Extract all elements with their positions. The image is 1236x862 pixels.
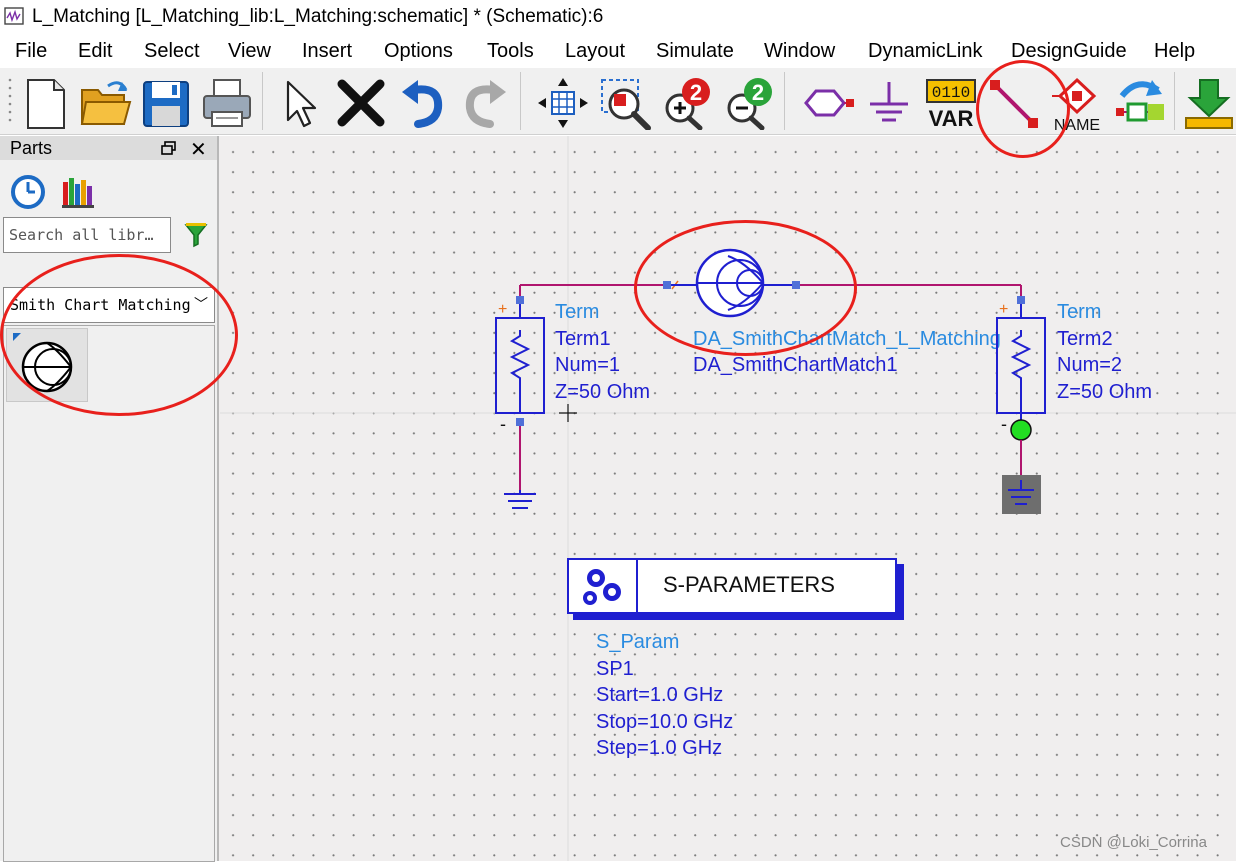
ground-symbol-selected[interactable] (1002, 475, 1041, 514)
annotation-circle-smith-component (634, 220, 857, 356)
watermark: CSDN @Loki_Corrina (1060, 834, 1207, 851)
term1-name-label: Term1 (555, 328, 611, 350)
annotation-circle-wire-tool (976, 60, 1070, 158)
term2-component[interactable]: + - (996, 296, 1046, 480)
term2-minus-sign: - (1001, 414, 1007, 434)
term2-name-label: Term2 (1057, 328, 1113, 350)
smith-name-label: DA_SmithChartMatch1 (693, 354, 898, 376)
sparam-start-label: Start=1.0 GHz (596, 684, 723, 706)
term1-plus-sign: + (498, 301, 507, 318)
annotation-circle-parts-library (0, 254, 238, 416)
term2-type-label: Term (1057, 301, 1101, 323)
term1-minus-sign: - (500, 414, 506, 434)
term1-type-label: Term (555, 301, 599, 323)
term2-z-label: Z=50 Ohm (1057, 381, 1152, 403)
sparam-step-label: Step=1.0 GHz (596, 737, 722, 759)
term2-plus-sign: + (999, 301, 1008, 318)
term2-num-label: Num=2 (1057, 354, 1122, 376)
sparam-type-label: S_Param (596, 631, 679, 653)
term1-component[interactable]: + - (495, 296, 545, 490)
sparam-block-label: S-PARAMETERS (663, 572, 835, 597)
sparam-stop-label: Stop=10.0 GHz (596, 711, 733, 733)
term1-z-label: Z=50 Ohm (555, 381, 650, 403)
sparam-name-label: SP1 (596, 658, 634, 680)
mouse-cursor-crosshair (559, 404, 577, 422)
ground-symbol[interactable] (504, 490, 536, 509)
term1-num-label: Num=1 (555, 354, 620, 376)
s-parameters-block[interactable]: S-PARAMETERS (567, 558, 904, 620)
